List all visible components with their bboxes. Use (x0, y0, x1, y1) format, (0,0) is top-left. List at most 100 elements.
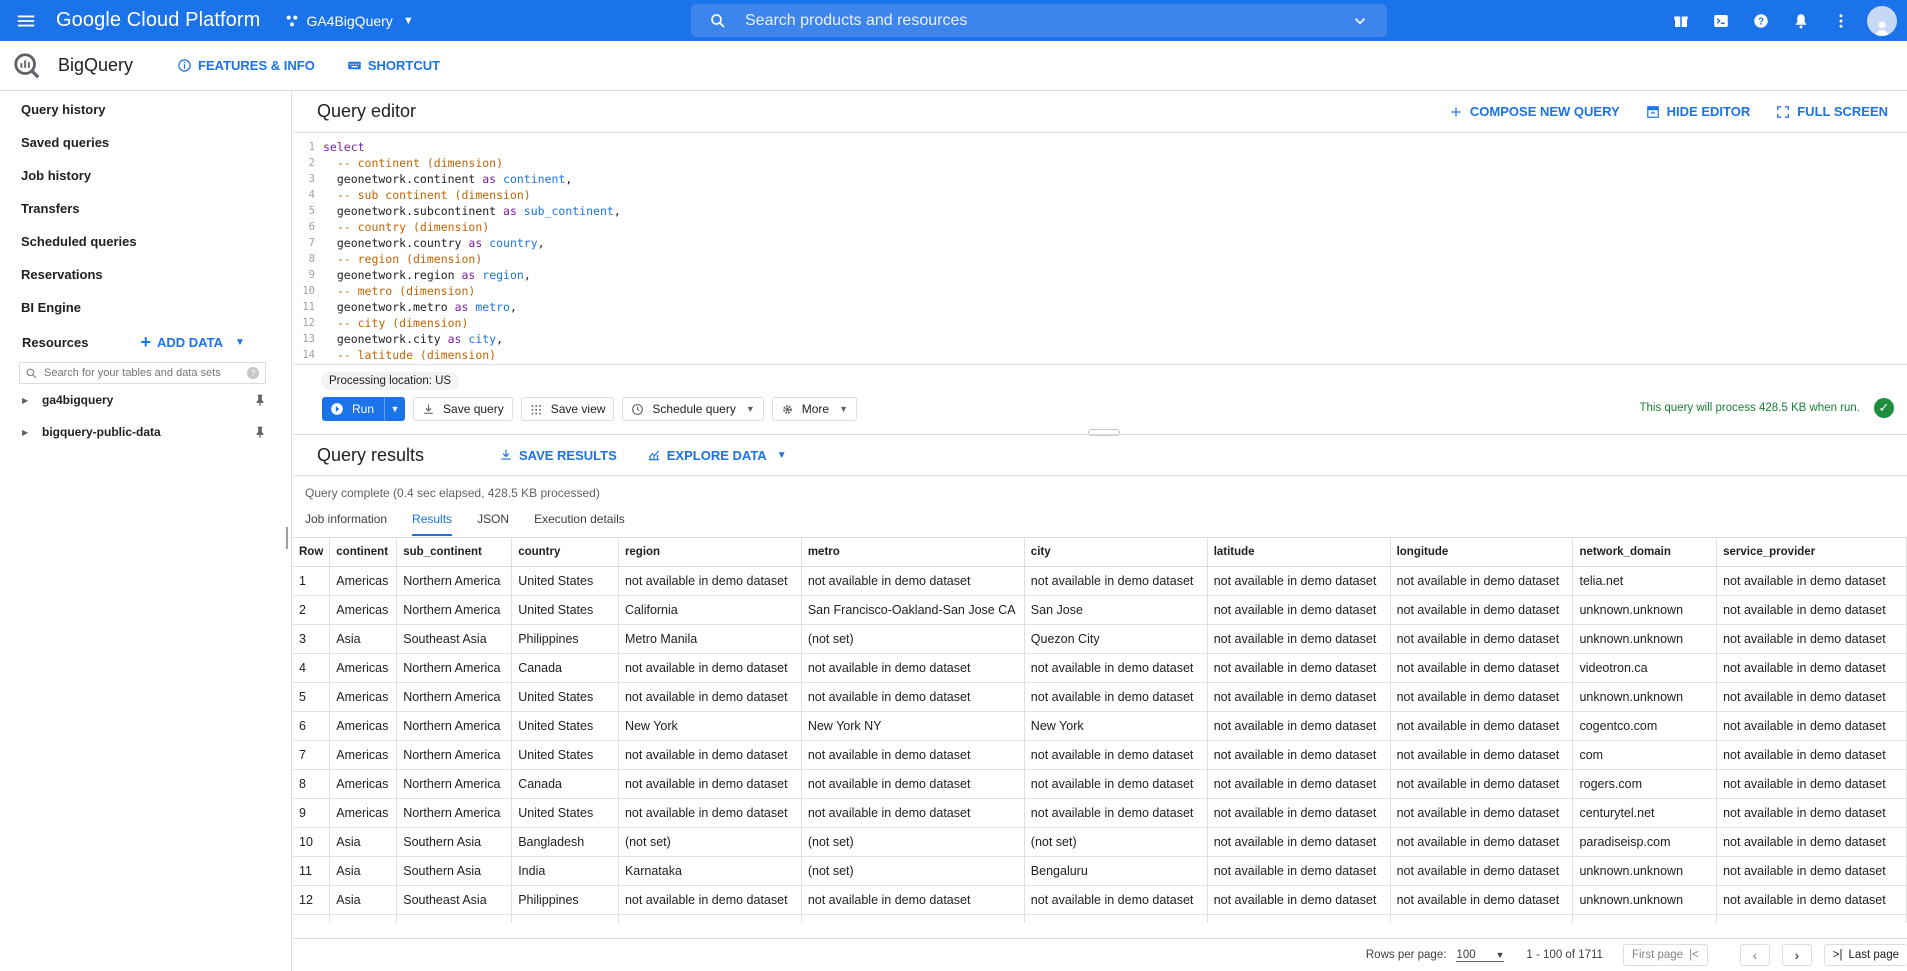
project-tree-item[interactable]: ▶ bigquery-public-data (0, 416, 291, 448)
column-header[interactable]: service_provider (1716, 538, 1907, 567)
shortcut-button[interactable]: SHORTCUT (347, 58, 440, 73)
sidebar-item-scheduled-queries[interactable]: Scheduled queries (0, 225, 291, 258)
table-cell: not available in demo dataset (1390, 885, 1574, 915)
sidebar-item-saved-queries[interactable]: Saved queries (0, 126, 291, 159)
sidebar-nav: Query history Saved queries Job history … (0, 93, 291, 324)
column-header[interactable]: latitude (1207, 538, 1391, 567)
sidebar-item-reservations[interactable]: Reservations (0, 258, 291, 291)
full-screen-label: FULL SCREEN (1797, 104, 1888, 119)
column-header[interactable]: region (618, 538, 802, 567)
expand-arrow-icon[interactable]: ▶ (22, 396, 42, 405)
last-page-button[interactable]: >| Last page (1823, 944, 1907, 966)
table-row: 4 Americas Northern America Canada not avail… (293, 653, 1907, 683)
table-cell: Americas (329, 682, 398, 712)
table-cell: 11 (293, 856, 331, 886)
rows-per-page-select[interactable]: 100 ▼ (1456, 949, 1505, 962)
help-icon[interactable]: ? (1741, 0, 1781, 41)
first-page-button[interactable]: First page |< (1622, 944, 1708, 966)
more-vert-icon[interactable] (1821, 0, 1861, 41)
query-results-header: Query results SAVE RESULTS EXPLORE DATA … (293, 434, 1907, 476)
account-icon[interactable] (1867, 5, 1897, 36)
help-icon[interactable]: ? (247, 367, 259, 379)
features-info-button[interactable]: FEATURES & INFO (177, 58, 315, 73)
sql-code-editor[interactable]: 1 select 2 -- continent (dimension) 3 geone… (293, 133, 1907, 365)
brand-title[interactable]: Google Cloud Platform (56, 9, 260, 32)
project-selector[interactable]: GA4BigQuery ▼ (284, 12, 414, 29)
tab-execution-details[interactable]: Execution details (534, 510, 625, 536)
column-header[interactable]: longitude (1390, 538, 1574, 567)
table-cell: Americas (329, 653, 398, 683)
gift-icon[interactable] (1661, 0, 1701, 41)
play-icon (331, 403, 343, 415)
project-tree-item[interactable]: ▶ ga4bigquery (0, 384, 291, 416)
project-name: GA4BigQuery (306, 12, 393, 29)
cloud-shell-icon[interactable] (1701, 0, 1741, 41)
save-query-button[interactable]: Save query (413, 397, 513, 421)
sidebar-item-job-history[interactable]: Job history (0, 159, 291, 192)
notifications-icon[interactable] (1781, 0, 1821, 41)
table-row: 5 Americas Northern America United States no… (293, 682, 1907, 712)
tab-job-information[interactable]: Job information (305, 510, 387, 536)
code-token: metro (468, 300, 510, 314)
table-cell: not available in demo dataset (1716, 914, 1907, 923)
svg-text:?: ? (1758, 16, 1764, 27)
add-data-button[interactable]: + ADD DATA ▼ (140, 332, 244, 353)
table-cell: (not set) (801, 827, 1025, 857)
column-header[interactable]: network_domain (1572, 538, 1718, 567)
column-header[interactable]: country (511, 538, 619, 567)
save-view-button[interactable]: Save view (520, 397, 615, 421)
more-button[interactable]: More ▼ (771, 397, 857, 421)
table-cell: not available in demo dataset (1390, 711, 1574, 741)
resources-label: Resources (22, 334, 89, 350)
save-view-label: Save view (550, 402, 606, 416)
code-token: -- sub continent (dimension) (323, 188, 531, 202)
save-results-button[interactable]: SAVE RESULTS (499, 448, 617, 463)
next-page-button[interactable]: › (1781, 944, 1812, 966)
column-header[interactable]: sub_continent (396, 538, 513, 567)
table-row: 10 Asia Southern Asia Bangladesh (not set) (n… (293, 827, 1907, 857)
run-options-caret-icon[interactable]: ▼ (385, 404, 405, 414)
sidebar-item-query-history[interactable]: Query history (0, 93, 291, 126)
table-cell: United States (511, 711, 619, 741)
clock-icon (632, 403, 644, 415)
chevron-down-icon[interactable] (1345, 12, 1375, 30)
hide-editor-button[interactable]: HIDE EDITOR (1646, 104, 1750, 119)
column-header[interactable]: city (1024, 538, 1208, 567)
column-header[interactable]: continent (329, 538, 398, 567)
full-screen-button[interactable]: FULL SCREEN (1776, 104, 1888, 119)
resource-search-input[interactable] (44, 367, 247, 379)
table-row: 12 Asia Southeast Asia Philippines not avail… (293, 885, 1907, 915)
pin-icon[interactable] (253, 393, 267, 407)
code-line: 3 geonetwork.continent as continent, (293, 171, 1907, 187)
tab-json[interactable]: JSON (477, 510, 509, 536)
run-button[interactable]: Run ▼ (322, 397, 406, 421)
table-cell: not available in demo dataset (1716, 856, 1907, 886)
save-query-label: Save query (443, 402, 504, 416)
schedule-query-button[interactable]: Schedule query ▼ (622, 397, 764, 421)
save-results-label: SAVE RESULTS (519, 447, 617, 463)
column-header[interactable]: Row (293, 538, 331, 567)
expand-arrow-icon[interactable]: ▶ (22, 428, 42, 437)
explore-data-button[interactable]: EXPLORE DATA ▼ (647, 448, 787, 463)
table-cell: not available in demo dataset (1207, 827, 1391, 857)
sidebar-item-transfers[interactable]: Transfers (0, 192, 291, 225)
table-cell: Southeast Asia (396, 624, 513, 654)
sidebar-resize-handle[interactable] (286, 527, 288, 549)
product-search[interactable]: Search products and resources (691, 4, 1387, 37)
table-cell: Canada (511, 653, 619, 683)
menu-icon[interactable] (0, 0, 52, 41)
table-row: 6 Americas Northern America United States Ne… (293, 711, 1907, 741)
run-main[interactable]: Run (322, 397, 386, 421)
previous-page-button[interactable]: ‹ (1739, 944, 1770, 966)
column-header[interactable]: metro (801, 538, 1025, 567)
code-token: select (323, 140, 365, 154)
chevron-left-icon: ‹ (1752, 947, 1758, 963)
pin-icon[interactable] (253, 425, 267, 439)
results-table-container[interactable]: Row continent sub_continent country region me… (293, 537, 1907, 923)
table-cell: not available in demo dataset (1024, 914, 1208, 923)
table-cell: Karnataka (618, 856, 802, 886)
rows-per-page-label: Rows per page: (1365, 949, 1447, 961)
tab-results[interactable]: Results (412, 510, 453, 536)
sidebar-item-bi-engine[interactable]: BI Engine (0, 291, 291, 324)
compose-new-query-button[interactable]: COMPOSE NEW QUERY (1449, 104, 1620, 119)
